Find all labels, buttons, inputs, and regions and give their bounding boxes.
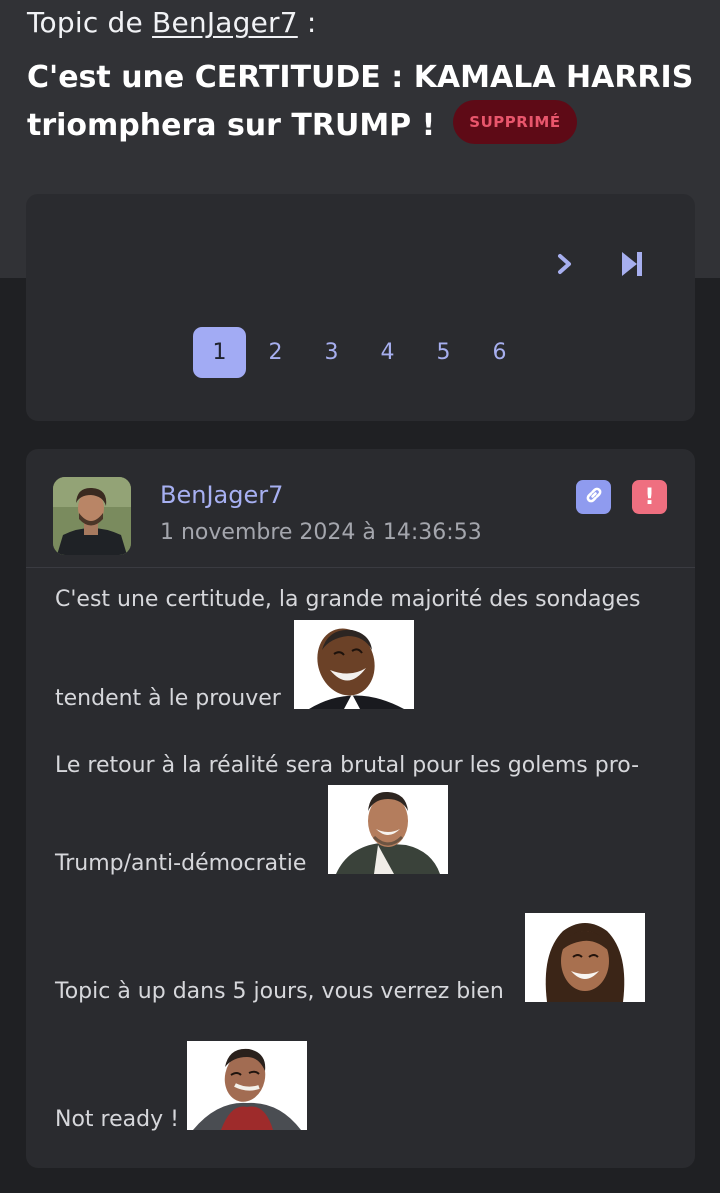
exclamation-icon: ! xyxy=(644,484,655,510)
deleted-badge: SUPPRIMÉ xyxy=(453,99,577,144)
permalink-button[interactable] xyxy=(576,480,611,514)
post-card: BenJager7 1 novembre 2024 à 14:36:53 ! C… xyxy=(26,449,695,1168)
post-date: 1 novembre 2024 à 14:36:53 xyxy=(160,520,482,545)
pagination-card: 123456 xyxy=(26,194,695,421)
laughing-man-sticker xyxy=(294,620,414,709)
skip-to-end-icon[interactable] xyxy=(618,244,648,288)
topic-suffix: : xyxy=(306,6,317,39)
page-4[interactable]: 4 xyxy=(361,327,414,378)
post-author[interactable]: BenJager7 xyxy=(160,481,283,509)
page-2[interactable]: 2 xyxy=(249,327,302,378)
link-icon xyxy=(583,484,605,510)
post-line: Not ready ! xyxy=(55,1107,179,1132)
page-list: 123456 xyxy=(193,327,529,378)
topic-title-text: C'est une CERTITUDE : KAMALA HARRIS trio… xyxy=(27,60,694,143)
post-line: tendent à le prouver xyxy=(55,686,281,711)
topic-author-link[interactable]: BenJager7 xyxy=(152,6,298,39)
page-6[interactable]: 6 xyxy=(473,327,526,378)
page-5[interactable]: 5 xyxy=(417,327,470,378)
page-3[interactable]: 3 xyxy=(305,327,358,378)
post-line: C'est une certitude, la grande majorité … xyxy=(55,587,641,612)
page-1[interactable]: 1 xyxy=(193,327,246,378)
post-divider xyxy=(26,567,695,568)
report-button[interactable]: ! xyxy=(632,480,667,514)
grimacing-man-sticker xyxy=(187,1041,307,1130)
topic-title: C'est une CERTITUDE : KAMALA HARRIS trio… xyxy=(27,54,697,150)
chevron-right-icon[interactable] xyxy=(554,244,578,288)
smiling-woman-sticker xyxy=(525,913,645,1002)
avatar[interactable] xyxy=(53,477,131,555)
topic-byline: Topic de BenJager7 : xyxy=(27,6,317,39)
post-line: Topic à up dans 5 jours, vous verrez bie… xyxy=(55,979,504,1004)
post-line: Le retour à la réalité sera brutal pour … xyxy=(55,753,640,778)
post-line: Trump/anti-démocratie xyxy=(55,851,307,876)
topic-prefix: Topic de xyxy=(27,6,143,39)
grinning-man-sticker xyxy=(328,785,448,874)
